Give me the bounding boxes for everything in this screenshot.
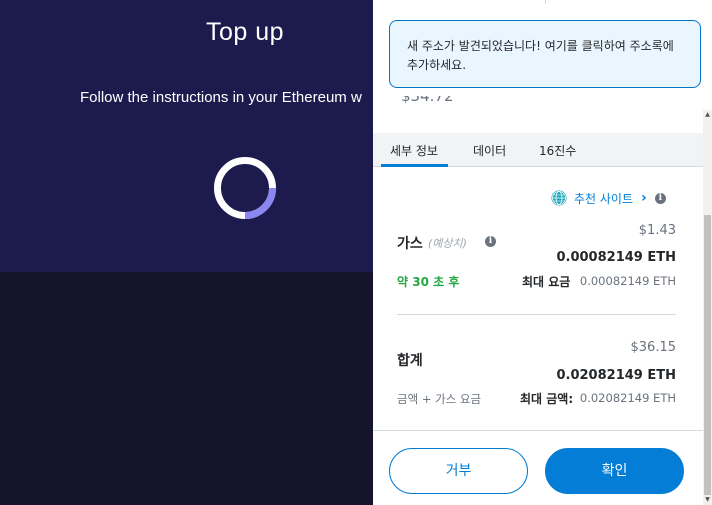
loading-spinner-icon <box>214 157 276 219</box>
total-label: 합계 <box>397 353 423 369</box>
tab-details[interactable]: 세부 정보 <box>390 142 438 159</box>
globe-icon <box>551 190 567 206</box>
amount-peek: $34.72 <box>373 96 712 110</box>
info-icon[interactable]: i <box>654 192 666 204</box>
gas-usd-value: $1.43 <box>638 223 676 238</box>
scrollbar[interactable]: ▲ ▼ <box>703 110 712 505</box>
wallet-popup: 새 주소가 발견되었습니다! 여기를 클릭하여 주소록에 추가하세요. $34.… <box>373 0 712 505</box>
recommended-site-label: 추천 사이트 <box>574 191 634 206</box>
total-subtitle: 금액 + 가스 요금 <box>397 392 482 406</box>
active-tab-indicator <box>381 164 448 167</box>
gas-estimated-label: (예상치) <box>428 237 467 250</box>
gas-label: 가스 <box>397 236 423 252</box>
tab-hex[interactable]: 16진수 <box>539 142 576 159</box>
gas-info-icon[interactable]: i <box>485 236 496 247</box>
chevron-right-icon: › <box>641 190 647 206</box>
amount-peek-text: $34.72 <box>401 96 454 105</box>
header-divider <box>545 0 546 4</box>
scrollbar-thumb[interactable] <box>704 215 711 495</box>
gas-time-estimate: 약 30 초 후 <box>397 275 460 289</box>
total-eth-value: 0.02082149 ETH <box>556 368 676 383</box>
confirm-button[interactable]: 확인 <box>545 448 684 494</box>
gas-eth-value: 0.00082149 ETH <box>556 250 676 265</box>
scroll-down-icon[interactable]: ▼ <box>704 496 711 504</box>
scroll-up-icon[interactable]: ▲ <box>704 111 711 119</box>
total-max-amount-label: 최대 금액: <box>520 392 574 406</box>
total-max-amount-value: 0.02082149 ETH <box>579 391 676 405</box>
reject-button[interactable]: 거부 <box>389 448 528 494</box>
new-address-notice-text: 새 주소가 발견되었습니다! 여기를 클릭하여 주소록에 추가하세요. <box>407 39 674 72</box>
footer-divider <box>373 430 703 431</box>
section-divider <box>397 314 676 315</box>
new-address-notice[interactable]: 새 주소가 발견되었습니다! 여기를 클릭하여 주소록에 추가하세요. <box>389 20 701 88</box>
total-usd-value: $36.15 <box>630 340 677 355</box>
instructions-text: Follow the instructions in your Ethereum… <box>80 89 362 106</box>
tab-bar: 세부 정보 데이터 16진수 <box>373 133 703 167</box>
gas-max-fee-label: 최대 요금 <box>522 275 571 289</box>
recommended-site-link[interactable]: 추천 사이트 › i <box>551 188 666 208</box>
gas-max-fee-value: 0.00082149 ETH <box>579 274 676 288</box>
tab-data[interactable]: 데이터 <box>473 142 506 159</box>
